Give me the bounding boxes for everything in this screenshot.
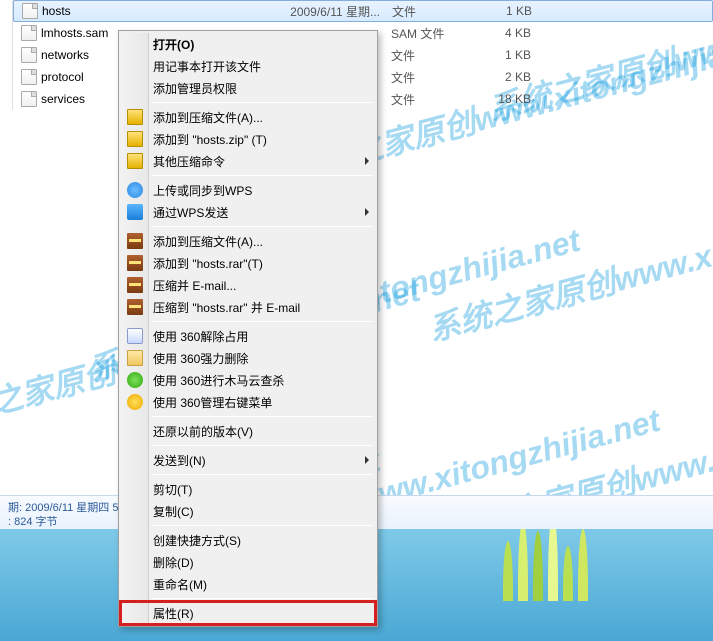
file-name: hosts xyxy=(42,4,272,18)
menu-360-trojan[interactable]: 使用 360进行木马云查杀 xyxy=(121,369,375,391)
menu-separator xyxy=(151,474,373,475)
file-row[interactable]: hosts2009/6/11 星期...文件1 KB xyxy=(13,0,713,22)
rar-icon xyxy=(127,255,143,271)
menu-label: 压缩并 E-mail... xyxy=(153,277,236,294)
rar-icon xyxy=(127,299,143,315)
menu-label: 使用 360进行木马云查杀 xyxy=(153,372,284,389)
file-size: 4 KB xyxy=(471,26,531,40)
menu-label: 使用 360强力删除 xyxy=(153,350,248,367)
file-icon xyxy=(21,69,37,85)
menu-label: 使用 360解除占用 xyxy=(153,328,248,345)
file-size: 18 KB xyxy=(471,92,531,106)
menu-separator xyxy=(151,175,373,176)
menu-send-wps[interactable]: 通过WPS发送 xyxy=(121,201,375,223)
zip-icon xyxy=(127,109,143,125)
menu-label: 通过WPS发送 xyxy=(153,204,228,221)
menu-upload-wps[interactable]: 上传或同步到WPS xyxy=(121,179,375,201)
menu-label: 添加管理员权限 xyxy=(153,80,237,97)
menu-360-delete[interactable]: 使用 360强力删除 xyxy=(121,347,375,369)
menu-label: 重命名(M) xyxy=(153,576,207,593)
menu-other-compress[interactable]: 其他压缩命令 xyxy=(121,150,375,172)
menu-label: 压缩到 "hosts.rar" 并 E-mail xyxy=(153,299,300,316)
menu-label: 剪切(T) xyxy=(153,481,192,498)
menu-label: 其他压缩命令 xyxy=(153,153,225,170)
menu-add-to-zip[interactable]: 添加到 "hosts.zip" (T) xyxy=(121,128,375,150)
menu-compress-email[interactable]: 压缩并 E-mail... xyxy=(121,274,375,296)
360-green-icon xyxy=(127,372,143,388)
file-type: 文件 xyxy=(392,3,472,20)
menu-label: 添加到压缩文件(A)... xyxy=(153,109,263,126)
menu-add-to-rar[interactable]: 添加到 "hosts.rar"(T) xyxy=(121,252,375,274)
menu-open-label: 打开(O) xyxy=(153,36,194,53)
file-type: 文件 xyxy=(391,69,471,86)
menu-label: 使用 360管理右键菜单 xyxy=(153,394,272,411)
menu-compress-rar-email[interactable]: 压缩到 "hosts.rar" 并 E-mail xyxy=(121,296,375,318)
menu-separator xyxy=(151,416,373,417)
menu-label: 添加到压缩文件(A)... xyxy=(153,233,263,250)
menu-properties[interactable]: 属性(R) xyxy=(121,602,375,624)
menu-label: 添加到 "hosts.zip" (T) xyxy=(153,131,267,148)
menu-notepad-open[interactable]: 用记事本打开该文件 xyxy=(121,55,375,77)
menu-separator xyxy=(151,226,373,227)
menu-360-rightclick[interactable]: 使用 360管理右键菜单 xyxy=(121,391,375,413)
file-size: 1 KB xyxy=(471,48,531,62)
submenu-arrow-icon xyxy=(365,208,369,216)
folder-icon xyxy=(127,350,143,366)
menu-send-to[interactable]: 发送到(N) xyxy=(121,449,375,471)
file-icon xyxy=(22,3,38,19)
menu-separator xyxy=(151,445,373,446)
menu-add-compress-rar[interactable]: 添加到压缩文件(A)... xyxy=(121,230,375,252)
submenu-arrow-icon xyxy=(365,456,369,464)
zip-icon xyxy=(127,131,143,147)
zip-icon xyxy=(127,153,143,169)
file-type: SAM 文件 xyxy=(391,25,471,42)
menu-label: 用记事本打开该文件 xyxy=(153,58,261,75)
watermark: 系统之家原创www.xitongzhijia.net xyxy=(423,175,713,351)
cloud-icon xyxy=(127,182,143,198)
menu-cut[interactable]: 剪切(T) xyxy=(121,478,375,500)
file-icon xyxy=(21,47,37,63)
menu-separator xyxy=(151,102,373,103)
context-menu: 打开(O) 用记事本打开该文件 添加管理员权限 添加到压缩文件(A)... 添加… xyxy=(118,30,378,627)
submenu-arrow-icon xyxy=(365,157,369,165)
file-type: 文件 xyxy=(391,47,471,64)
menu-separator xyxy=(151,525,373,526)
menu-label: 发送到(N) xyxy=(153,452,206,469)
menu-label: 上传或同步到WPS xyxy=(153,182,252,199)
file-icon xyxy=(21,25,37,41)
menu-label: 添加到 "hosts.rar"(T) xyxy=(153,255,263,272)
file-date: 2009/6/11 星期... xyxy=(272,3,392,20)
wps-icon xyxy=(127,204,143,220)
menu-label: 删除(D) xyxy=(153,554,194,571)
wallpaper-decoration xyxy=(483,529,623,601)
menu-label: 属性(R) xyxy=(153,605,194,622)
menu-label: 创建快捷方式(S) xyxy=(153,532,241,549)
menu-create-shortcut[interactable]: 创建快捷方式(S) xyxy=(121,529,375,551)
file-icon xyxy=(21,91,37,107)
file-type: 文件 xyxy=(391,91,471,108)
file-size: 1 KB xyxy=(472,4,532,18)
menu-open[interactable]: 打开(O) xyxy=(121,33,375,55)
menu-restore-previous[interactable]: 还原以前的版本(V) xyxy=(121,420,375,442)
menu-delete[interactable]: 删除(D) xyxy=(121,551,375,573)
rar-icon xyxy=(127,233,143,249)
menu-separator xyxy=(151,321,373,322)
menu-add-compress[interactable]: 添加到压缩文件(A)... xyxy=(121,106,375,128)
disk-icon xyxy=(127,328,143,344)
menu-label: 还原以前的版本(V) xyxy=(153,423,253,440)
menu-rename[interactable]: 重命名(M) xyxy=(121,573,375,595)
menu-add-admin[interactable]: 添加管理员权限 xyxy=(121,77,375,99)
rar-icon xyxy=(127,277,143,293)
menu-copy[interactable]: 复制(C) xyxy=(121,500,375,522)
360-yellow-icon xyxy=(127,394,143,410)
menu-separator xyxy=(151,598,373,599)
file-size: 2 KB xyxy=(471,70,531,84)
menu-360-unlock[interactable]: 使用 360解除占用 xyxy=(121,325,375,347)
menu-label: 复制(C) xyxy=(153,503,194,520)
